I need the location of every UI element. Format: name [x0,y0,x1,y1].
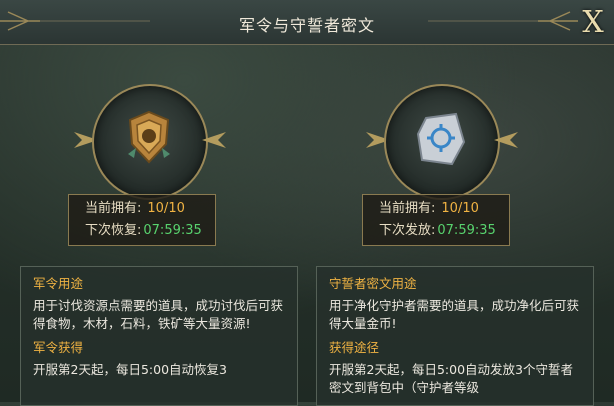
timer-value: 07:59:35 [437,223,496,238]
emblem-wing-right [202,132,226,148]
timer-label: 下次发放: [379,223,436,238]
obtain-text: 开服第2天起，每日5:00自动恢复3 [33,362,227,377]
military-order-status: 当前拥有: 10/10 下次恢复: 07:59:35 [68,194,216,246]
military-order-emblem [70,84,230,200]
bronze-badge-icon [128,110,170,164]
owned-row: 当前拥有: 10/10 [85,198,215,220]
military-order-description-panel: 军令用途 用于讨伐资源点需要的道具，成功讨伐后可获得食物，木材，石料，铁矿等大量… [20,266,298,406]
usage-heading: 军令用途 [33,276,84,291]
header-ornament-right [428,11,578,31]
usage-text: 用于讨伐资源点需要的道具，成功讨伐后可获得食物，木材，石料，铁矿等大量资源! [33,298,284,331]
owned-value: 10/10 [441,201,479,216]
oathkeeper-cipher-emblem [362,84,522,200]
close-button[interactable]: X [576,4,610,40]
usage-heading: 守誓者密文用途 [329,276,417,291]
oathkeeper-cipher-status: 当前拥有: 10/10 下次发放: 07:59:35 [362,194,510,246]
rune-stone-icon [416,112,466,166]
timer-label: 下次恢复: [85,223,142,238]
owned-row: 当前拥有: 10/10 [379,198,509,220]
timer-value: 07:59:35 [143,223,202,238]
obtain-heading: 军令获得 [33,340,84,355]
timer-row: 下次发放: 07:59:35 [379,220,509,242]
obtain-heading: 获得途径 [329,340,380,355]
usage-text: 用于净化守护者需要的道具，成功净化后可获得大量金币! [329,298,580,331]
owned-label: 当前拥有: [379,201,436,216]
owned-label: 当前拥有: [85,201,142,216]
window-header: 军令与守誓者密文 X [0,0,614,45]
emblem-wing-right [494,132,518,148]
owned-value: 10/10 [147,201,185,216]
timer-row: 下次恢复: 07:59:35 [85,220,215,242]
obtain-text: 开服第2天起，每日5:00自动发放3个守誓者密文到背包中（守护者等级 [329,362,573,395]
oathkeeper-cipher-description-panel: 守誓者密文用途 用于净化守护者需要的道具，成功净化后可获得大量金币! 获得途径 … [316,266,594,406]
